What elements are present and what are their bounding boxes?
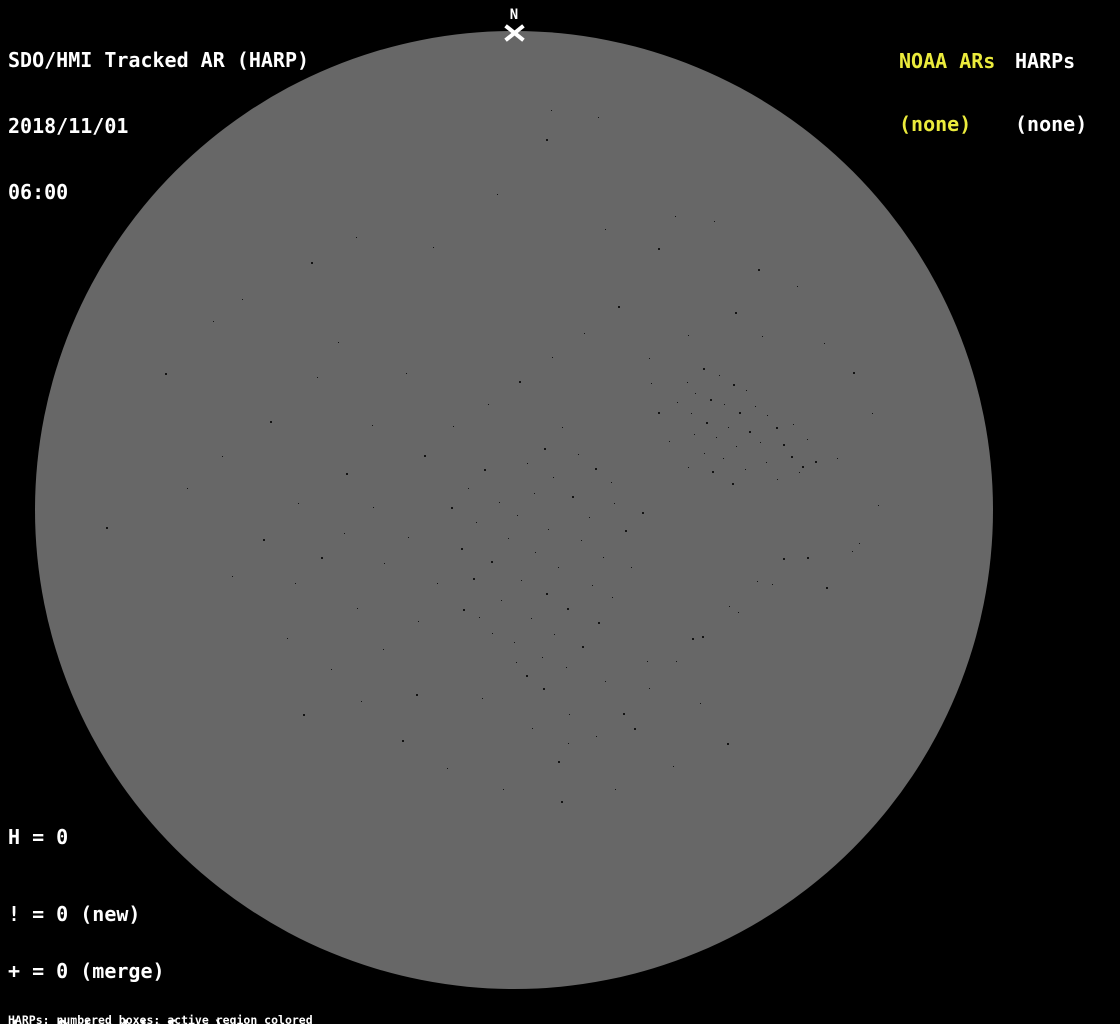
noaa-ars-label: NOAA ARs bbox=[899, 49, 996, 73]
date-label: 2018/11/01 bbox=[8, 114, 129, 138]
harp-count: H = 0 bbox=[8, 825, 69, 849]
legend-item-merge: + = 0 (merge) bbox=[8, 959, 165, 983]
harps-status: HARPs (none) bbox=[1015, 9, 1087, 177]
solar-harp-view: SDO/HMI Tracked AR (HARP) 2018/11/01 06:… bbox=[0, 0, 1120, 1024]
noaa-ars-status: NOAA ARs (none) bbox=[899, 9, 995, 177]
time-label: 06:00 bbox=[8, 180, 69, 204]
harps-label: HARPs bbox=[1015, 49, 1076, 73]
footnote-harps: HARPs: numbered boxes; active region col… bbox=[8, 1013, 313, 1024]
harps-value: (none) bbox=[1015, 112, 1088, 136]
north-label: N bbox=[509, 7, 519, 23]
page-title: SDO/HMI Tracked AR (HARP) bbox=[8, 48, 310, 72]
footnotes: HARPs: numbered boxes; active region col… bbox=[8, 990, 410, 1024]
legend-item-new: ! = 0 (new) bbox=[8, 902, 141, 926]
north-cross-icon bbox=[504, 24, 525, 42]
title-block: SDO/HMI Tracked AR (HARP) 2018/11/01 06:… bbox=[8, 5, 309, 247]
noaa-ars-value: (none) bbox=[899, 112, 972, 136]
